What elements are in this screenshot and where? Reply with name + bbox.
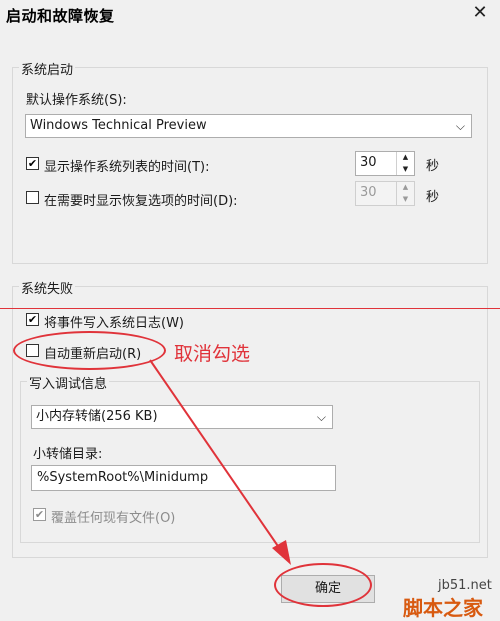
watermark-url: jb51.net	[438, 578, 492, 593]
annotation-ellipse-ok	[274, 563, 372, 607]
watermark-logo: 脚本之家	[403, 596, 483, 620]
annotation-arrow	[149, 359, 291, 565]
